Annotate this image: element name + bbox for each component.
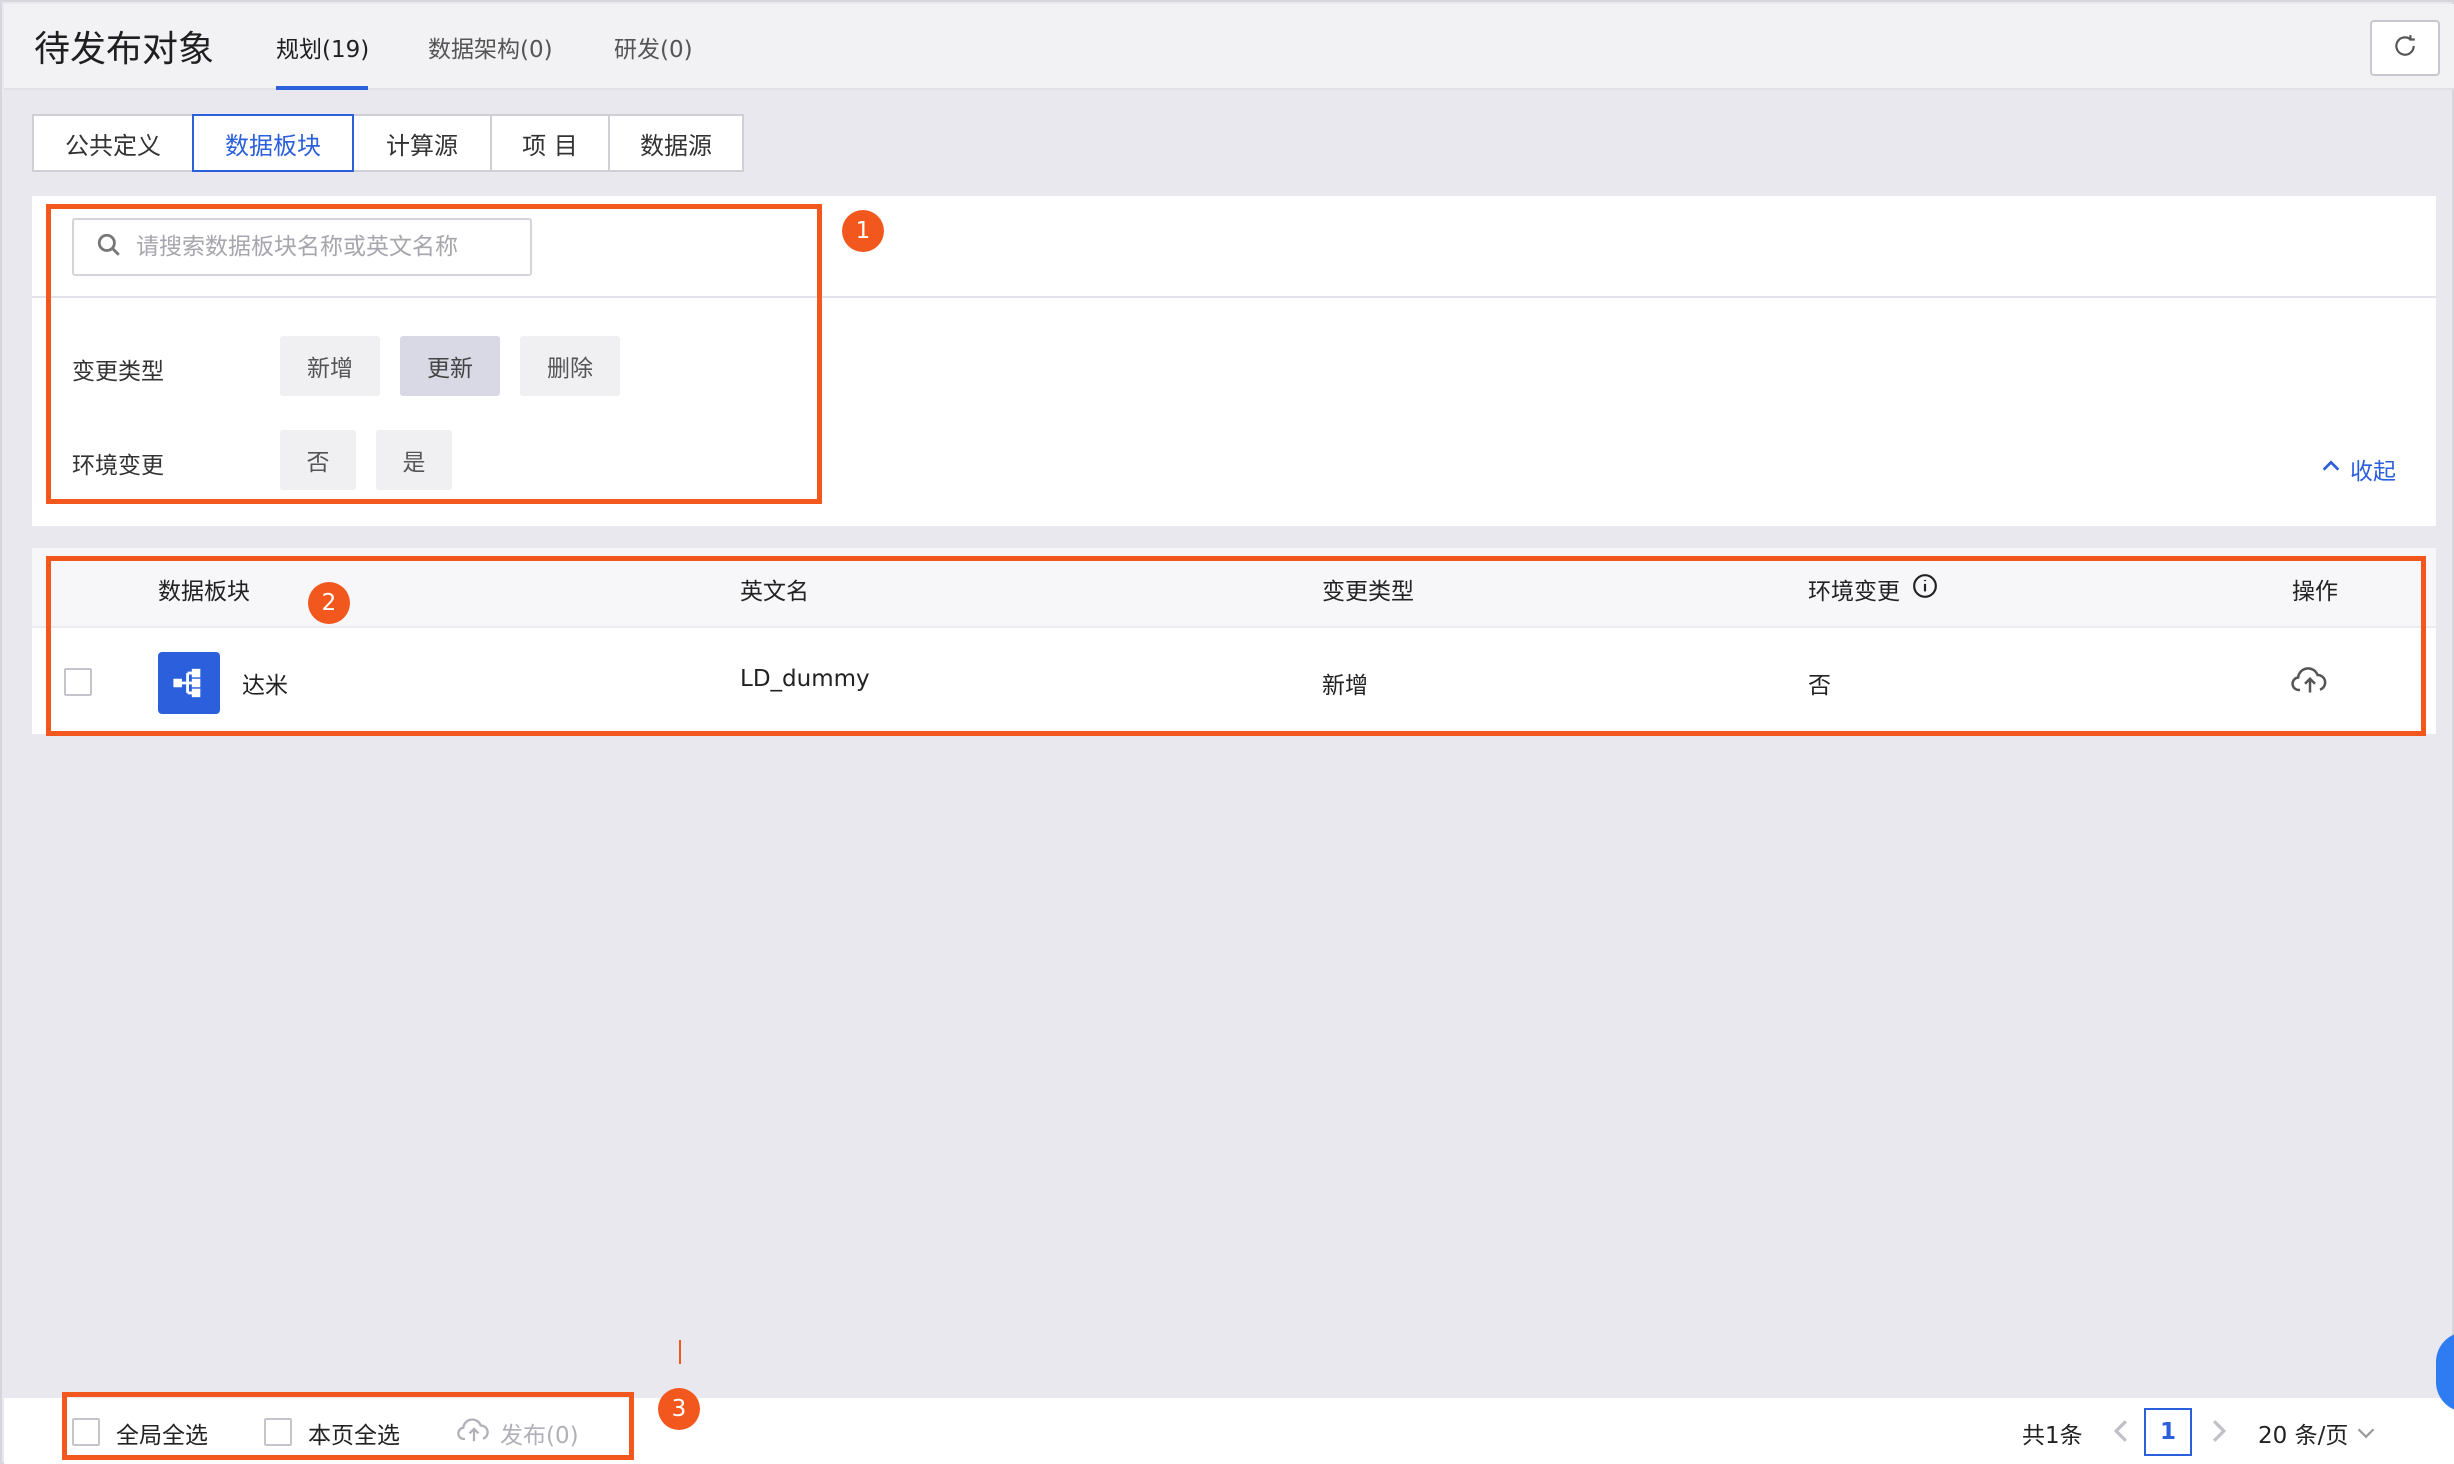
annotation-tick bbox=[679, 1340, 681, 1364]
page-size-label: 20 条/页 bbox=[2258, 1423, 2349, 1449]
collapse-label: 收起 bbox=[2350, 459, 2396, 485]
next-page-icon[interactable] bbox=[2208, 1418, 2230, 1448]
chevron-down-icon bbox=[2356, 1420, 2376, 1446]
page-title: 待发布对象 bbox=[34, 29, 215, 70]
annotation-badge-2: 2 bbox=[308, 582, 350, 624]
annotation-box-2 bbox=[46, 556, 2426, 736]
tab-data-architecture[interactable]: 数据架构(0) bbox=[428, 30, 553, 64]
chevron-up-icon bbox=[2320, 455, 2342, 483]
annotation-box-3 bbox=[62, 1392, 634, 1460]
header: 待发布对象 规划(19) 数据架构(0) 研发(0) bbox=[4, 4, 2454, 90]
active-tab-indicator bbox=[276, 86, 368, 90]
refresh-button[interactable] bbox=[2370, 20, 2440, 76]
tab-development[interactable]: 研发(0) bbox=[614, 30, 693, 64]
sub-tabs: 公共定义 数据板块 计算源 项 目 数据源 bbox=[32, 114, 744, 172]
app-frame: 待发布对象 规划(19) 数据架构(0) 研发(0) 公共定义 数据板块 计算源… bbox=[0, 0, 2454, 1464]
refresh-icon bbox=[2392, 33, 2418, 63]
subtab-public-definition[interactable]: 公共定义 bbox=[32, 114, 194, 172]
collapse-link[interactable]: 收起 bbox=[2320, 452, 2396, 486]
subtab-data-block[interactable]: 数据板块 bbox=[192, 114, 354, 172]
total-count: 共1条 bbox=[2022, 1423, 2083, 1449]
subtab-compute-source[interactable]: 计算源 bbox=[352, 114, 492, 172]
prev-page-icon[interactable] bbox=[2110, 1418, 2132, 1448]
page-size-select[interactable]: 20 条/页 bbox=[2258, 1416, 2376, 1450]
page-number-current[interactable]: 1 bbox=[2144, 1408, 2192, 1456]
subtab-data-source[interactable]: 数据源 bbox=[608, 114, 744, 172]
annotation-badge-1: 1 bbox=[842, 210, 884, 252]
annotation-badge-3: 3 bbox=[658, 1388, 700, 1430]
tab-planning[interactable]: 规划(19) bbox=[276, 30, 369, 64]
annotation-box-1 bbox=[46, 204, 822, 504]
subtab-project[interactable]: 项 目 bbox=[490, 114, 610, 172]
